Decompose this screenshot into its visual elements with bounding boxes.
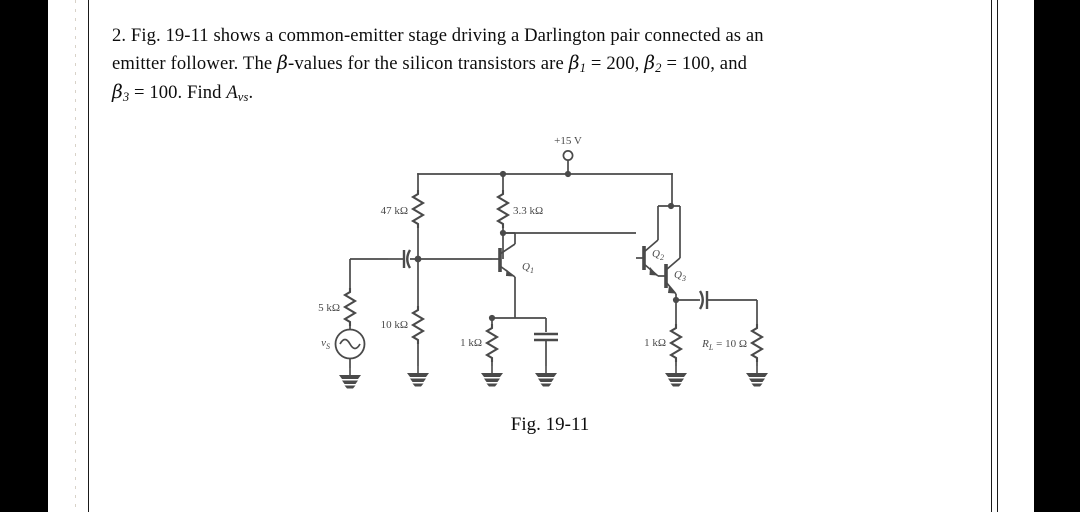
- junction-rail-supply: [564, 170, 572, 178]
- junction-rail-33k: [499, 170, 507, 178]
- page-rule-right-inner: [991, 0, 993, 512]
- rl-equals: =: [713, 338, 725, 350]
- ground-10k: [406, 365, 430, 388]
- q2-emitter-arrow: [649, 267, 658, 276]
- problem-line-1: 2. Fig. 19-11 shows a common-emitter sta…: [112, 22, 972, 50]
- ground-symbols: [338, 365, 769, 390]
- junction-base-bias: [414, 255, 422, 263]
- ac-source-vs: vS: [321, 328, 366, 368]
- problem-line-2: emitter follower. The β-values for the s…: [112, 50, 972, 78]
- output-network: [676, 290, 758, 316]
- resistor-1k-emitter-q1: 1 kΩ: [460, 318, 499, 366]
- resistor-5k-label: 5 kΩ: [318, 302, 340, 314]
- beta2-symbol: β: [644, 53, 656, 75]
- resistor-10k-label: 10 kΩ: [381, 319, 408, 331]
- problem-line-1-text: Fig. 19-11 shows a common-emitter stage …: [130, 25, 764, 46]
- ground-bypass-cap: [534, 365, 558, 388]
- resistor-load-rl: RL = 10 Ω: [701, 316, 764, 366]
- page-rule-right-outer: [997, 0, 999, 512]
- resistor-33k-label: 3.3 kΩ: [513, 205, 543, 217]
- circuit-figure: 47 kΩ 3.3 kΩ 10 kΩ 5 kΩ 1 kΩ 1 kΩ RL = 1…: [300, 128, 800, 418]
- beta-symbol: β: [277, 53, 288, 75]
- problem-line-3: β3 = 100. Find Avs.: [112, 79, 972, 107]
- avs-symbol: A: [226, 81, 238, 103]
- resistor-1k-emitter-q1-label: 1 kΩ: [460, 337, 482, 349]
- junction-darlington-collector: [667, 202, 675, 210]
- figure-caption: Fig. 19-11: [510, 414, 590, 435]
- resistor-1k-darlington-label: 1 kΩ: [644, 337, 666, 349]
- beta2-value: 100, and: [681, 53, 748, 75]
- resistor-33k: 3.3 kΩ: [496, 188, 543, 259]
- junction-q1-collector: [499, 229, 507, 237]
- beta3-equals-find: = 100. Find: [129, 81, 227, 103]
- supply-terminal-circle: [562, 150, 574, 161]
- problem-statement: 2. Fig. 19-11 shows a common-emitter sta…: [112, 22, 972, 107]
- resistor-47k-label: 47 kΩ: [381, 205, 408, 217]
- ground-source: [338, 367, 362, 390]
- document-page: 2. Fig. 19-11 shows a common-emitter sta…: [0, 0, 1080, 512]
- junction-darlington-emitter: [672, 296, 680, 304]
- transistor-q1: Q1: [492, 233, 534, 288]
- scan-edge-band-left: [0, 0, 48, 512]
- problem-line-2-lead: emitter follower. The: [112, 53, 278, 75]
- transistor-q2-label: Q2: [652, 248, 664, 262]
- resistor-47k: 47 kΩ: [381, 188, 425, 259]
- ground-emitter-1k: [480, 365, 504, 388]
- page-rule-left: [88, 0, 90, 512]
- scan-edge-band-right: [1034, 0, 1080, 512]
- circuit-wires: [417, 150, 673, 207]
- page-dotted-guide: [75, 0, 76, 512]
- problem-number: 2.: [112, 25, 127, 46]
- resistor-5k-source: 5 kΩ: [318, 259, 357, 330]
- resistor-10k: 10 kΩ: [381, 259, 425, 366]
- beta1-value: 200,: [606, 53, 640, 75]
- cap-in-plate-curved: [406, 249, 412, 269]
- transistor-q2: Q2: [636, 206, 664, 277]
- beta1-equals: =: [586, 53, 607, 75]
- problem-line-2-mid: -values for the silicon transistors are: [288, 53, 569, 75]
- junction-dots: [414, 170, 680, 322]
- q3-emitter-arrow: [668, 285, 676, 294]
- resistor-1k-emitter-darlington: 1 kΩ: [644, 300, 683, 366]
- resistor-load-label: RL = 10 Ω: [701, 338, 747, 352]
- q1-emitter-arrow: [506, 269, 515, 277]
- source-label: vS: [321, 337, 330, 351]
- transistor-q1-label: Q1: [522, 261, 534, 275]
- vs-subscript: S: [326, 342, 330, 351]
- cap-out-plate-curved: [698, 290, 704, 310]
- rl-value: 10 Ω: [725, 338, 747, 350]
- q1-emitter-network: [492, 288, 558, 366]
- ground-load: [745, 365, 769, 388]
- avs-subscript: vs: [237, 89, 249, 104]
- ground-darlington-1k: [664, 365, 688, 388]
- beta2-equals: =: [661, 53, 682, 75]
- transistor-q3-label: Q3: [674, 269, 686, 283]
- beta1-symbol: β: [568, 53, 580, 75]
- problem-line-3-end: .: [248, 81, 254, 103]
- junction-q1-emitter: [488, 314, 496, 322]
- supply-voltage-label: +15 V: [554, 135, 582, 147]
- beta3-symbol: β: [112, 81, 123, 103]
